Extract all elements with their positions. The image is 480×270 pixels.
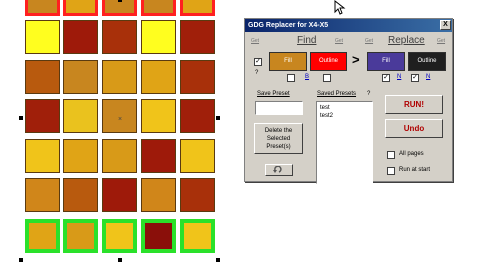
replace-link-n-right[interactable]: N [426, 74, 430, 80]
canvas-square[interactable] [141, 99, 176, 133]
run-at-start-checkbox[interactable] [387, 167, 395, 175]
canvas-square[interactable] [25, 99, 60, 133]
canvas-square[interactable] [141, 219, 176, 253]
canvas-square[interactable] [102, 0, 137, 16]
refresh-button[interactable] [265, 164, 293, 176]
canvas-square[interactable] [25, 0, 60, 16]
saved-presets-label: Saved Presets [317, 91, 357, 97]
find-help-question[interactable]: ? [255, 70, 258, 76]
preset-item[interactable]: test2 [320, 112, 369, 120]
canvas-square[interactable] [25, 178, 60, 212]
find-header: Find [297, 35, 317, 46]
delete-preset-button[interactable]: Delete the Selected Preset(s) [254, 123, 303, 154]
run-button[interactable]: RUN! [385, 95, 443, 114]
canvas-square[interactable] [180, 99, 215, 133]
selection-center-marker: × [118, 116, 123, 123]
canvas-square[interactable] [180, 0, 215, 16]
close-button[interactable]: X [440, 20, 451, 30]
canvas-square[interactable] [141, 60, 176, 94]
canvas-square[interactable] [63, 219, 98, 253]
canvas-square[interactable] [180, 178, 215, 212]
selection-handle[interactable] [216, 258, 220, 262]
find-replace-arrow: > [352, 52, 360, 67]
save-preset-label: Save Preset [257, 91, 290, 97]
canvas-square[interactable] [63, 60, 98, 94]
canvas-square[interactable] [180, 60, 215, 94]
find-get-fill-link[interactable]: Get [251, 38, 259, 44]
canvas-square[interactable] [63, 99, 98, 133]
find-fill-swatch[interactable]: Fill [269, 52, 307, 71]
replace-fill-swatch[interactable]: Fill [367, 52, 405, 71]
canvas-square[interactable] [25, 139, 60, 173]
find-get-outline-link[interactable]: Get [335, 38, 343, 44]
canvas-square[interactable] [180, 20, 215, 54]
mouse-cursor-icon [334, 0, 346, 15]
replace-link-n-left[interactable]: N [397, 74, 401, 80]
dialog-titlebar: GDG Replacer for X4-X5 X [245, 19, 452, 32]
canvas-square[interactable] [25, 219, 60, 253]
replace-header: Replace [388, 35, 425, 46]
canvas-square[interactable] [141, 139, 176, 173]
canvas-square[interactable] [25, 20, 60, 54]
find-outline-checkbox[interactable] [323, 74, 331, 82]
replace-get-outline-link[interactable]: Get [437, 38, 445, 44]
canvas-square[interactable] [102, 20, 137, 54]
canvas-square[interactable] [102, 219, 137, 253]
selection-handle[interactable] [19, 116, 23, 120]
selection-handle[interactable] [118, 258, 122, 262]
save-preset-input[interactable] [255, 101, 303, 115]
refresh-icon [273, 165, 282, 173]
canvas-square[interactable] [102, 60, 137, 94]
canvas-square[interactable] [25, 60, 60, 94]
canvas-square[interactable] [180, 139, 215, 173]
saved-presets-help[interactable]: ? [367, 91, 370, 97]
selection-handle[interactable] [216, 116, 220, 120]
find-link-b[interactable]: B [305, 74, 309, 80]
replace-outline-swatch[interactable]: Outline [408, 52, 446, 71]
saved-presets-list[interactable]: test test2 [316, 101, 373, 184]
canvas-square[interactable] [63, 20, 98, 54]
canvas-square[interactable] [102, 178, 137, 212]
all-pages-label: All pages [399, 151, 424, 157]
undo-button[interactable]: Undo [385, 119, 443, 138]
canvas-square[interactable] [180, 219, 215, 253]
selection-handle[interactable] [118, 0, 122, 2]
find-fill-checkbox[interactable]: ✓ [254, 58, 262, 66]
replace-get-fill-link[interactable]: Get [365, 38, 373, 44]
replacer-dialog: GDG Replacer for X4-X5 X Get Find Get ✓ … [244, 18, 453, 184]
replace-fill-checkbox[interactable]: ✓ [382, 74, 390, 82]
selection-handle[interactable] [19, 258, 23, 262]
dialog-title: GDG Replacer for X4-X5 [248, 22, 329, 29]
canvas-square[interactable] [63, 139, 98, 173]
canvas-square[interactable] [141, 20, 176, 54]
replace-outline-checkbox[interactable]: ✓ [411, 74, 419, 82]
canvas-square[interactable] [141, 0, 176, 16]
canvas-square[interactable] [63, 0, 98, 16]
canvas-square[interactable] [141, 178, 176, 212]
preset-item[interactable]: test [320, 104, 369, 112]
canvas-square[interactable] [102, 139, 137, 173]
all-pages-checkbox[interactable] [387, 151, 395, 159]
find-outline-swatch[interactable]: Outline [310, 52, 347, 71]
drawing-canvas[interactable]: × [0, 0, 240, 270]
run-at-start-label: Run at start [399, 167, 431, 173]
canvas-square[interactable] [63, 178, 98, 212]
find-link-checkbox[interactable] [287, 74, 295, 82]
